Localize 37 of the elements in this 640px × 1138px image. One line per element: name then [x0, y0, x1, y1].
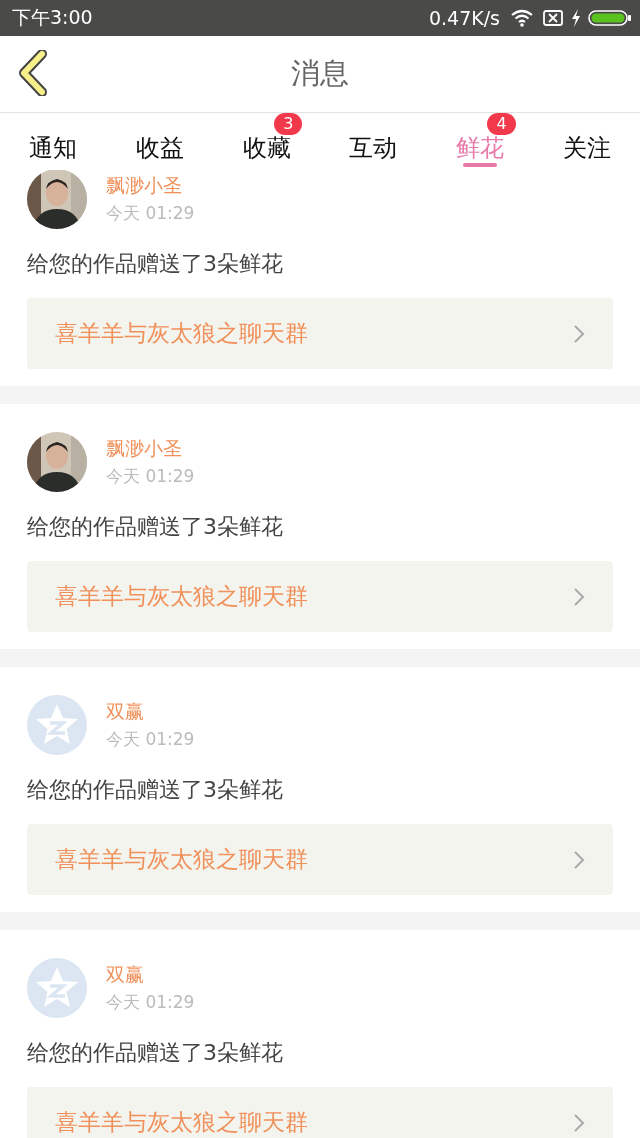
message-time: 今天 01:29	[106, 202, 195, 225]
count-badge: 4	[487, 113, 516, 135]
network-speed: 0.47K/s	[428, 7, 500, 29]
tab[interactable]: 互动	[320, 113, 427, 170]
count-badge: 3	[274, 113, 303, 135]
message-time: 今天 01:29	[106, 991, 195, 1014]
battery-icon	[588, 8, 632, 28]
message-text: 给您的作品赠送了3朵鲜花	[27, 776, 284, 804]
status-time: 下午3:00	[12, 5, 93, 30]
tab[interactable]: 通知	[0, 113, 107, 170]
sender-name[interactable]: 双赢	[106, 699, 195, 725]
message-text: 给您的作品赠送了3朵鲜花	[27, 250, 284, 278]
work-link[interactable]: 喜羊羊与灰太狼之聊天群	[27, 298, 613, 369]
tab[interactable]: 收益	[106, 113, 214, 170]
tab[interactable]: 鲜花 4	[426, 113, 534, 170]
work-link[interactable]: 喜羊羊与灰太狼之聊天群	[27, 824, 613, 895]
chevron-right-icon	[573, 1112, 585, 1133]
message-text: 给您的作品赠送了3朵鲜花	[27, 1039, 284, 1067]
work-link[interactable]: 喜羊羊与灰太狼之聊天群	[27, 1087, 613, 1138]
sender-name[interactable]: 飘渺小圣	[106, 173, 195, 199]
default-avatar-icon	[27, 958, 87, 1018]
message-time: 今天 01:29	[106, 465, 195, 488]
charging-icon	[570, 8, 582, 28]
sender-name[interactable]: 飘渺小圣	[106, 436, 195, 462]
message-text: 给您的作品赠送了3朵鲜花	[27, 513, 284, 541]
back-button[interactable]	[16, 50, 50, 96]
chevron-right-icon	[573, 849, 585, 870]
tab[interactable]: 关注	[533, 113, 640, 170]
default-avatar-icon	[27, 695, 87, 755]
message-time: 今天 01:29	[106, 728, 195, 751]
tab[interactable]: 收藏 3	[213, 113, 320, 170]
chevron-right-icon	[573, 586, 585, 607]
sender-name[interactable]: 双赢	[106, 962, 195, 988]
chevron-right-icon	[573, 323, 585, 344]
page-title: 消息	[291, 55, 349, 92]
sim-icon	[542, 8, 564, 28]
work-link[interactable]: 喜羊羊与灰太狼之聊天群	[27, 561, 613, 632]
